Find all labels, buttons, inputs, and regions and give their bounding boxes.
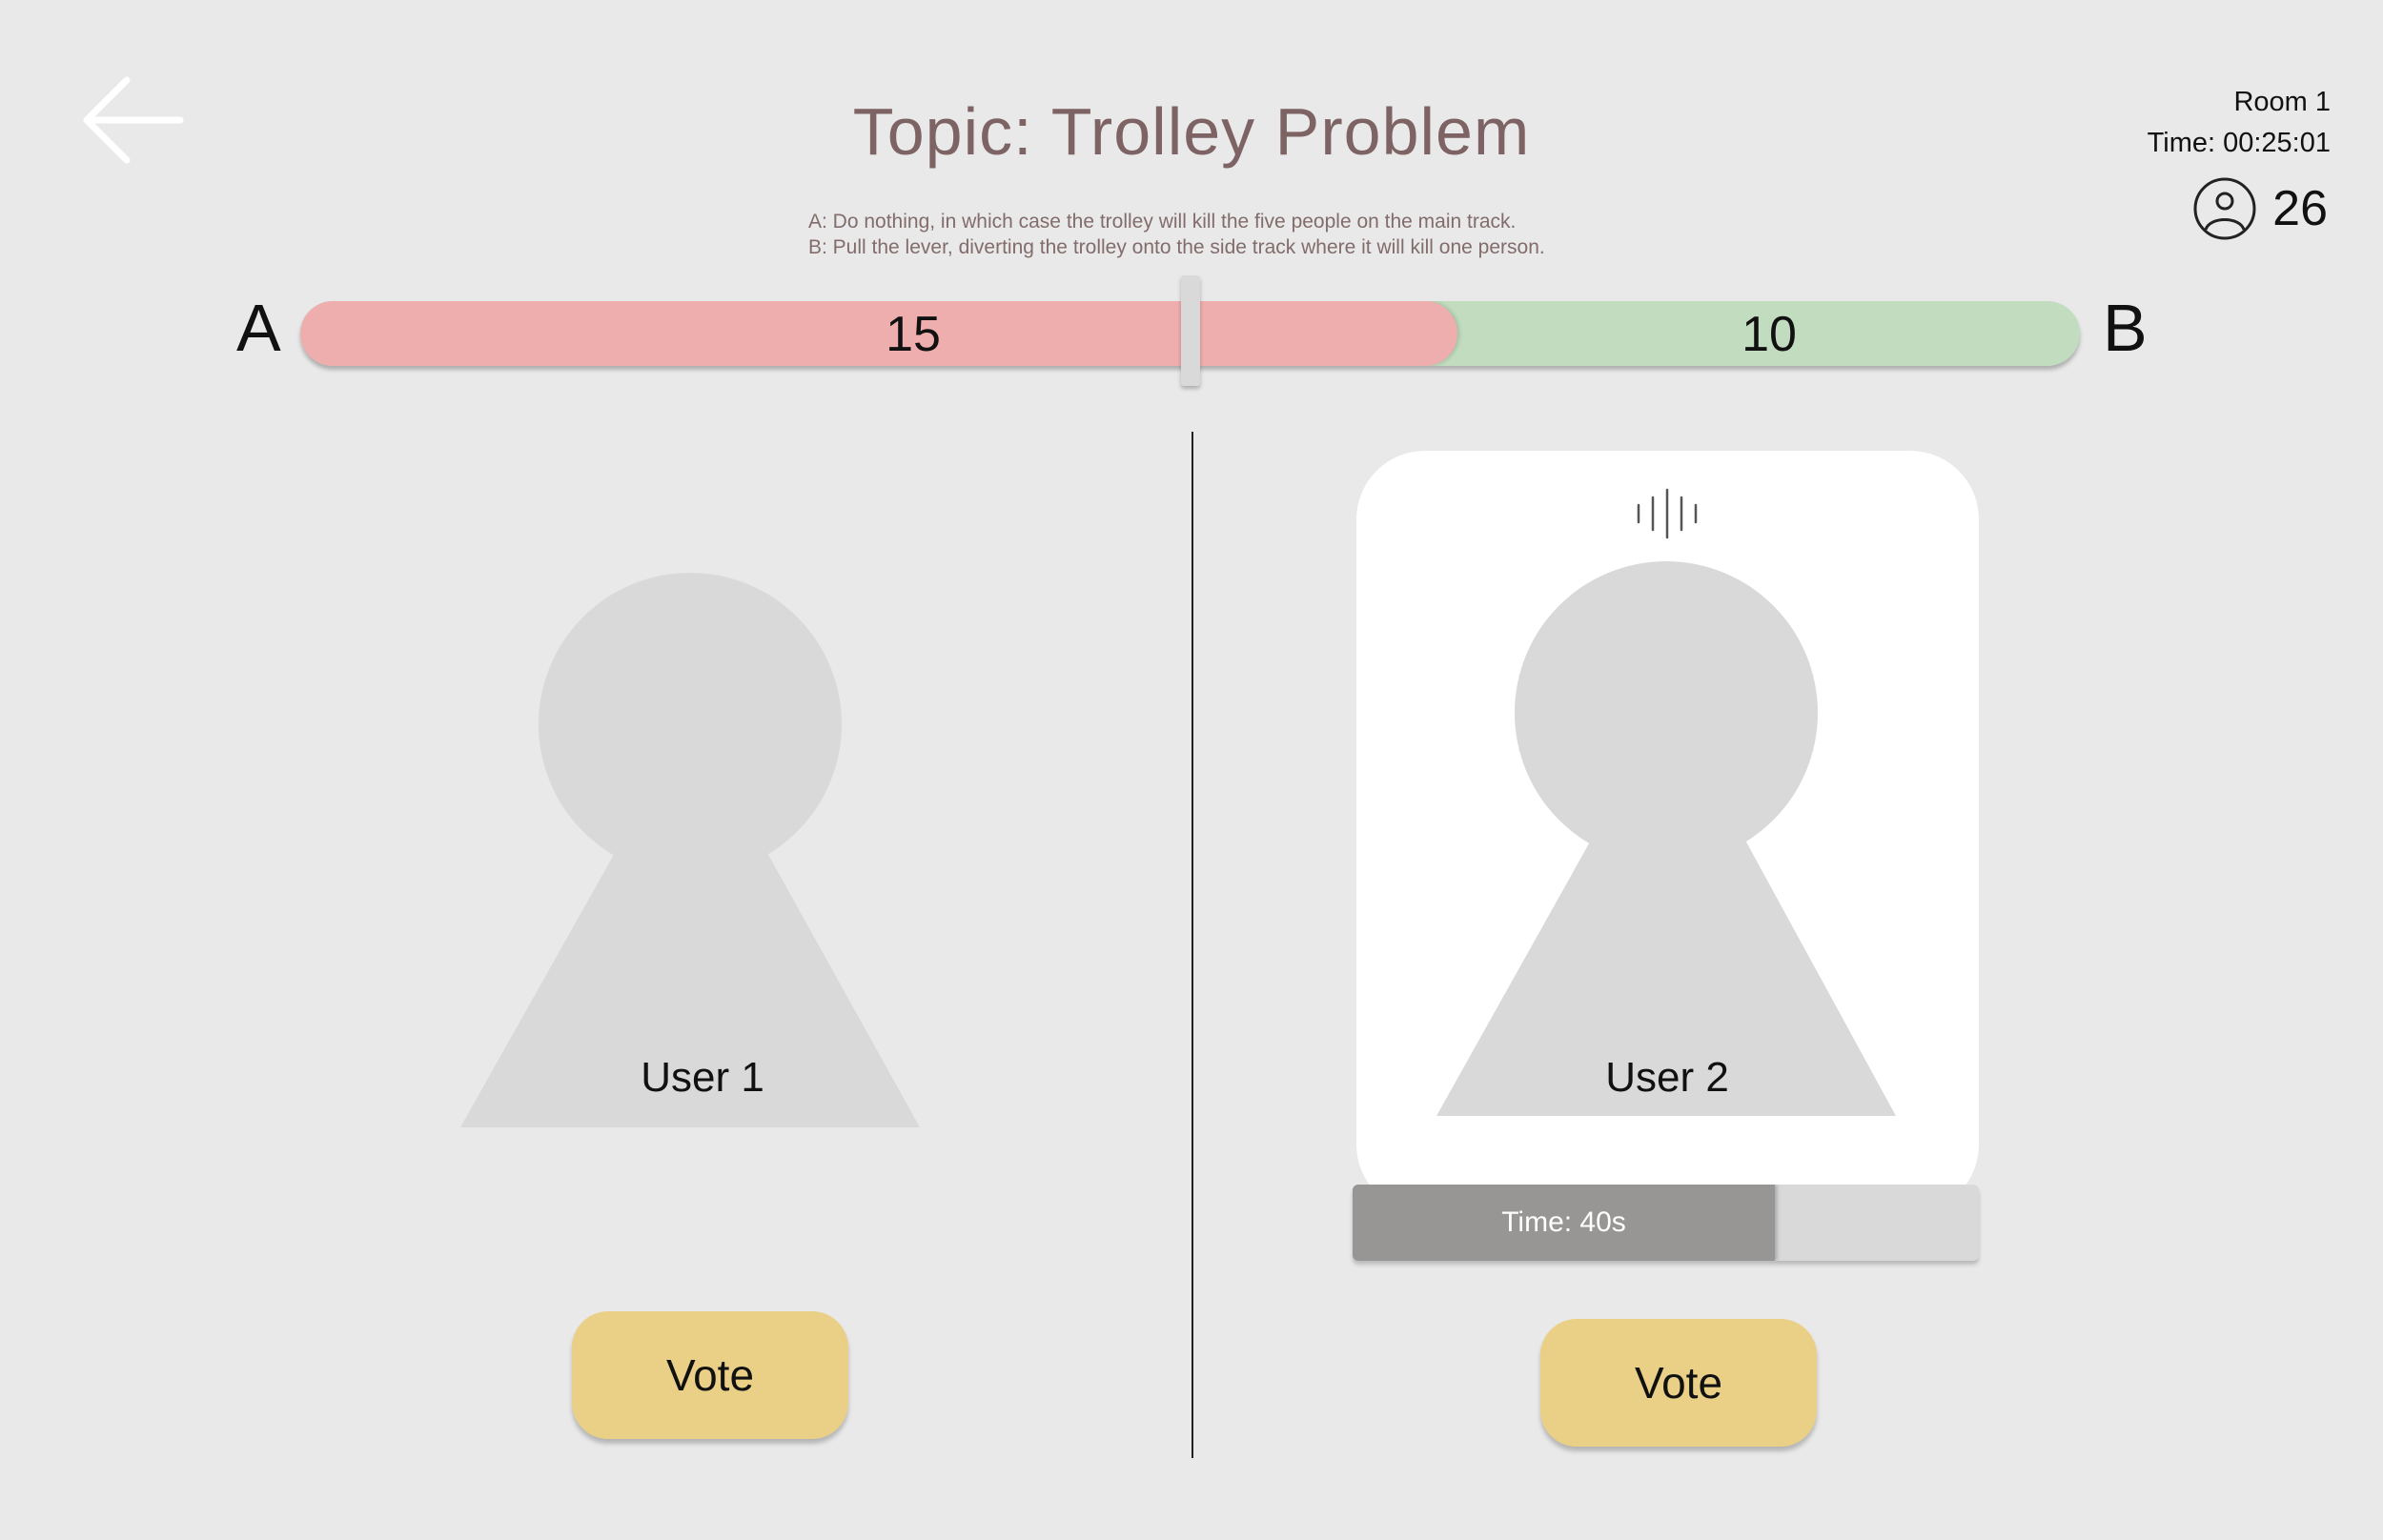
speaker-timer-label: Time: 40s [1501,1206,1626,1238]
user-2-name: User 2 [1605,1054,1729,1101]
participant-number: 26 [2272,181,2328,236]
user-circle-icon [2193,177,2256,240]
audio-wave-icon [1637,488,1698,539]
vote-count-b: 10 [1741,307,1797,362]
speaker-timer-bar: Time: 40s [1353,1185,1979,1261]
room-info: Room 1 Time: 00:25:01 [2148,82,2331,164]
option-b-description: B: Pull the lever, diverting the trolley… [808,236,1545,258]
option-a-label: A [236,291,281,365]
topic-description: A: Do nothing, in which case the trolley… [808,209,1545,260]
option-b-label: B [2103,291,2148,365]
option-a-description: A: Do nothing, in which case the trolley… [808,211,1517,233]
room-time: Time: 00:25:01 [2147,128,2331,158]
user-1-name: User 1 [641,1054,764,1101]
user-2-avatar [1436,561,1896,1116]
page-title: Topic: Trolley Problem [852,94,1531,169]
room-name: Room 1 [2233,87,2331,117]
user-2-vote-button[interactable]: Vote [1540,1319,1817,1447]
vote-bar-midpoint-handle [1181,275,1200,386]
vote-count-a: 15 [886,307,941,362]
center-divider [1192,432,1193,1458]
participant-count: 26 [2192,175,2328,242]
user-1-vote-button[interactable]: Vote [572,1311,848,1439]
